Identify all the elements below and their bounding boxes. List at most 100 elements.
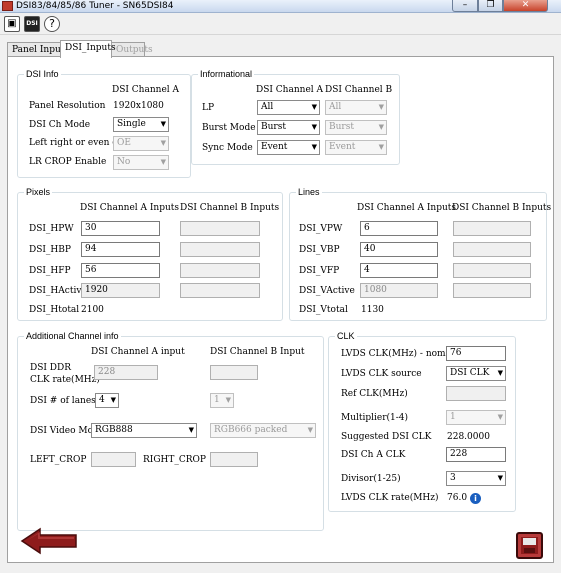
chevron-down-icon: ▼ [160,139,166,147]
chevron-down-icon: ▼ [307,426,313,434]
additional-col-a: DSI Channel A input [91,347,185,357]
lines-col-a: DSI Channel A Inputs [357,203,457,213]
chevron-down-icon: ▼ [497,369,503,377]
clk-group: CLK LVDS CLK(MHz) - nominal 76 LVDS CLK … [328,331,516,512]
pixels-col-a: DSI Channel A Inputs [80,203,180,213]
informational-col-b: DSI Channel B [325,85,393,95]
tab-dsi-inputs[interactable]: DSI_Inputs [60,40,116,58]
vpw-label: DSI_VPW [299,224,343,234]
ref-clk-label: Ref CLK(MHz) [341,389,408,399]
info-icon[interactable]: i [470,493,481,504]
vactive-label: DSI_VActive [299,286,355,296]
dsi-icon[interactable]: DSI [24,16,40,32]
maximize-button[interactable]: ❐ [478,0,503,12]
divisor-value: 3 [450,473,456,483]
chevron-down-icon: ▼ [497,474,503,482]
lr-crop-select: No ▼ [113,155,169,170]
panel-resolution-value: 1920x1080 [113,101,164,111]
vpw-a-input[interactable]: 6 [360,221,438,236]
sync-b-select: Event ▼ [325,140,387,155]
lvds-nominal-input[interactable]: 76 [446,346,506,361]
tab-panel-inputs[interactable]: Panel Inputs [7,42,69,57]
vtotal-label: DSI_Vtotal [299,305,348,315]
minimize-button[interactable]: – [452,0,478,12]
burst-a-select[interactable]: Burst ▼ [257,120,320,135]
burst-a-value: Burst [261,122,286,132]
multiplier-select: 1 ▼ [446,410,506,425]
ddr-clk-a-input: 228 [94,365,158,380]
ch-a-clk-input[interactable]: 228 [446,447,506,462]
left-right-select: OE ▼ [113,136,169,151]
suggested-clk-label: Suggested DSI CLK [341,432,432,442]
window-title: DSI83/84/85/86 Tuner - SN65DSI84 [16,1,174,11]
sync-mode-label: Sync Mode [202,143,253,153]
chevron-down-icon: ▼ [378,103,384,111]
lr-crop-value: No [117,157,131,167]
sync-a-value: Event [261,142,288,152]
window-controls: – ❐ ✕ [452,0,560,12]
divisor-select[interactable]: 3 ▼ [446,471,506,486]
tab-outputs: Outputs [111,42,153,57]
video-mode-a-select[interactable]: RGB888 ▼ [91,423,197,438]
chevron-down-icon: ▼ [225,396,231,404]
lp-b-value: All [329,102,342,112]
lvds-source-select[interactable]: DSI CLK ▼ [446,366,506,381]
hactive-label: DSI_HActive [29,286,87,296]
chevron-down-icon: ▼ [160,120,166,128]
multiplier-value: 1 [450,412,456,422]
vbp-a-input[interactable]: 40 [360,242,438,257]
divisor-label: Divisor(1-25) [341,474,401,484]
save-button[interactable] [516,532,543,559]
dsi-info-col-a: DSI Channel A [112,85,180,95]
vactive-b-input [453,283,531,298]
left-crop-input [91,452,136,467]
dsi-info-title: DSI Info [24,69,61,79]
chevron-down-icon: ▼ [188,426,194,434]
suggested-clk-value: 228.0000 [447,432,490,442]
app-icon [2,1,13,11]
lp-a-select[interactable]: All ▼ [257,100,320,115]
burst-b-value: Burst [329,122,354,132]
lines-col-b: DSI Channel B Inputs [452,203,552,213]
right-crop-input [210,452,258,467]
hfp-label: DSI_HFP [29,266,71,276]
lanes-a-select[interactable]: 4 ▼ [95,393,119,408]
ch-mode-label: DSI Ch Mode [29,120,91,130]
informational-col-a: DSI Channel A [256,85,324,95]
right-crop-label: RIGHT_CROP [143,455,206,465]
hbp-b-input [180,242,260,257]
ch-a-clk-label: DSI Ch A CLK [341,450,406,460]
burst-b-select: Burst ▼ [325,120,387,135]
sync-a-select[interactable]: Event ▼ [257,140,320,155]
pixels-title: Pixels [24,187,53,197]
lvds-rate-label: LVDS CLK rate(MHz) [341,493,439,503]
lr-crop-label: LR CROP Enable [29,157,107,167]
back-arrow-button[interactable] [20,527,78,555]
lvds-source-label: LVDS CLK source [341,369,422,379]
ch-mode-value: Single [117,119,146,129]
chevron-down-icon: ▼ [311,123,317,131]
informational-title: Informational [198,69,255,79]
lanes-b-value: 1 [214,395,220,405]
help-icon[interactable]: ? [44,16,60,32]
vfp-a-input[interactable]: 4 [360,263,438,278]
left-right-value: OE [117,138,131,148]
ch-mode-select[interactable]: Single ▼ [113,117,169,132]
floppy-icon [523,538,536,553]
vtotal-value: 1130 [361,305,384,315]
hbp-a-input[interactable]: 94 [81,242,160,257]
vpw-b-input [453,221,531,236]
hfp-b-input [180,263,260,278]
lanes-a-value: 4 [99,395,105,405]
multiplier-label: Multiplier(1-4) [341,413,409,423]
hbp-label: DSI_HBP [29,245,71,255]
pixels-group: Pixels DSI Channel A Inputs DSI Channel … [17,187,283,321]
hactive-b-input [180,283,260,298]
hpw-label: DSI_HPW [29,224,74,234]
close-button[interactable]: ✕ [503,0,548,12]
hpw-a-input[interactable]: 30 [81,221,160,236]
app-menu-icon[interactable]: ▣ [4,16,20,32]
hfp-a-input[interactable]: 56 [81,263,160,278]
lines-title: Lines [296,187,322,197]
video-mode-a-value: RGB888 [95,425,133,435]
